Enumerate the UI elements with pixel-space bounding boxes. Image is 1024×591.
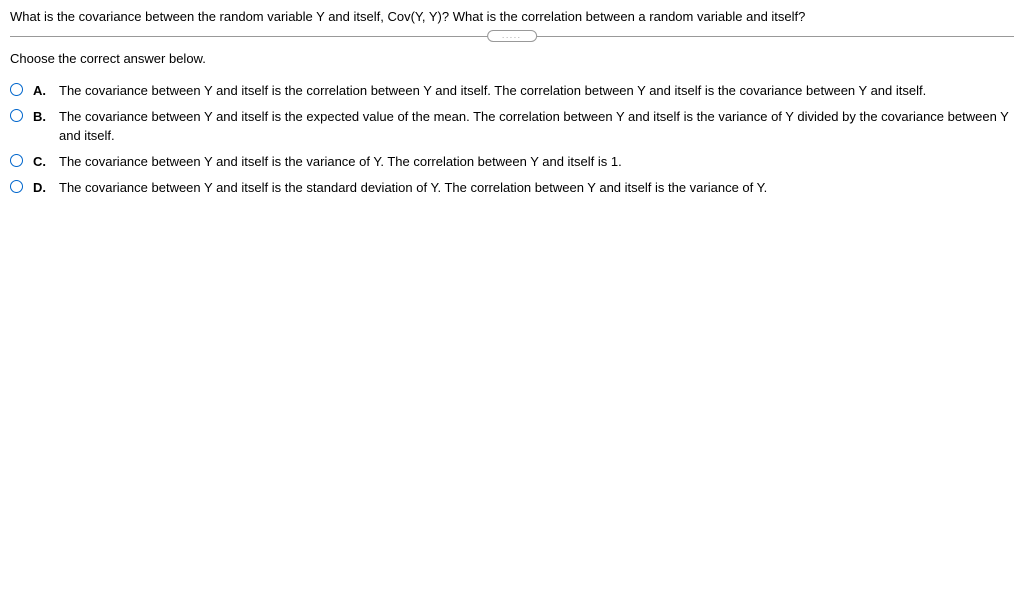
option-letter: D. — [33, 179, 47, 197]
option-letter: A. — [33, 82, 47, 100]
option-row: A. The covariance between Y and itself i… — [10, 82, 1014, 100]
expand-pill[interactable]: ..... — [487, 30, 537, 42]
option-row: C. The covariance between Y and itself i… — [10, 153, 1014, 171]
option-letter: B. — [33, 108, 47, 126]
option-letter: C. — [33, 153, 47, 171]
radio-option-a[interactable] — [10, 83, 23, 96]
instruction-text: Choose the correct answer below. — [0, 37, 1024, 76]
option-text: The covariance between Y and itself is t… — [59, 153, 1014, 171]
radio-option-d[interactable] — [10, 180, 23, 193]
section-divider: ..... — [10, 36, 1014, 37]
radio-option-b[interactable] — [10, 109, 23, 122]
radio-option-c[interactable] — [10, 154, 23, 167]
option-text: The covariance between Y and itself is t… — [59, 108, 1014, 144]
option-text: The covariance between Y and itself is t… — [59, 82, 1014, 100]
options-container: A. The covariance between Y and itself i… — [0, 76, 1024, 211]
question-text: What is the covariance between the rando… — [0, 0, 1024, 34]
option-row: D. The covariance between Y and itself i… — [10, 179, 1014, 197]
option-row: B. The covariance between Y and itself i… — [10, 108, 1014, 144]
option-text: The covariance between Y and itself is t… — [59, 179, 1014, 197]
